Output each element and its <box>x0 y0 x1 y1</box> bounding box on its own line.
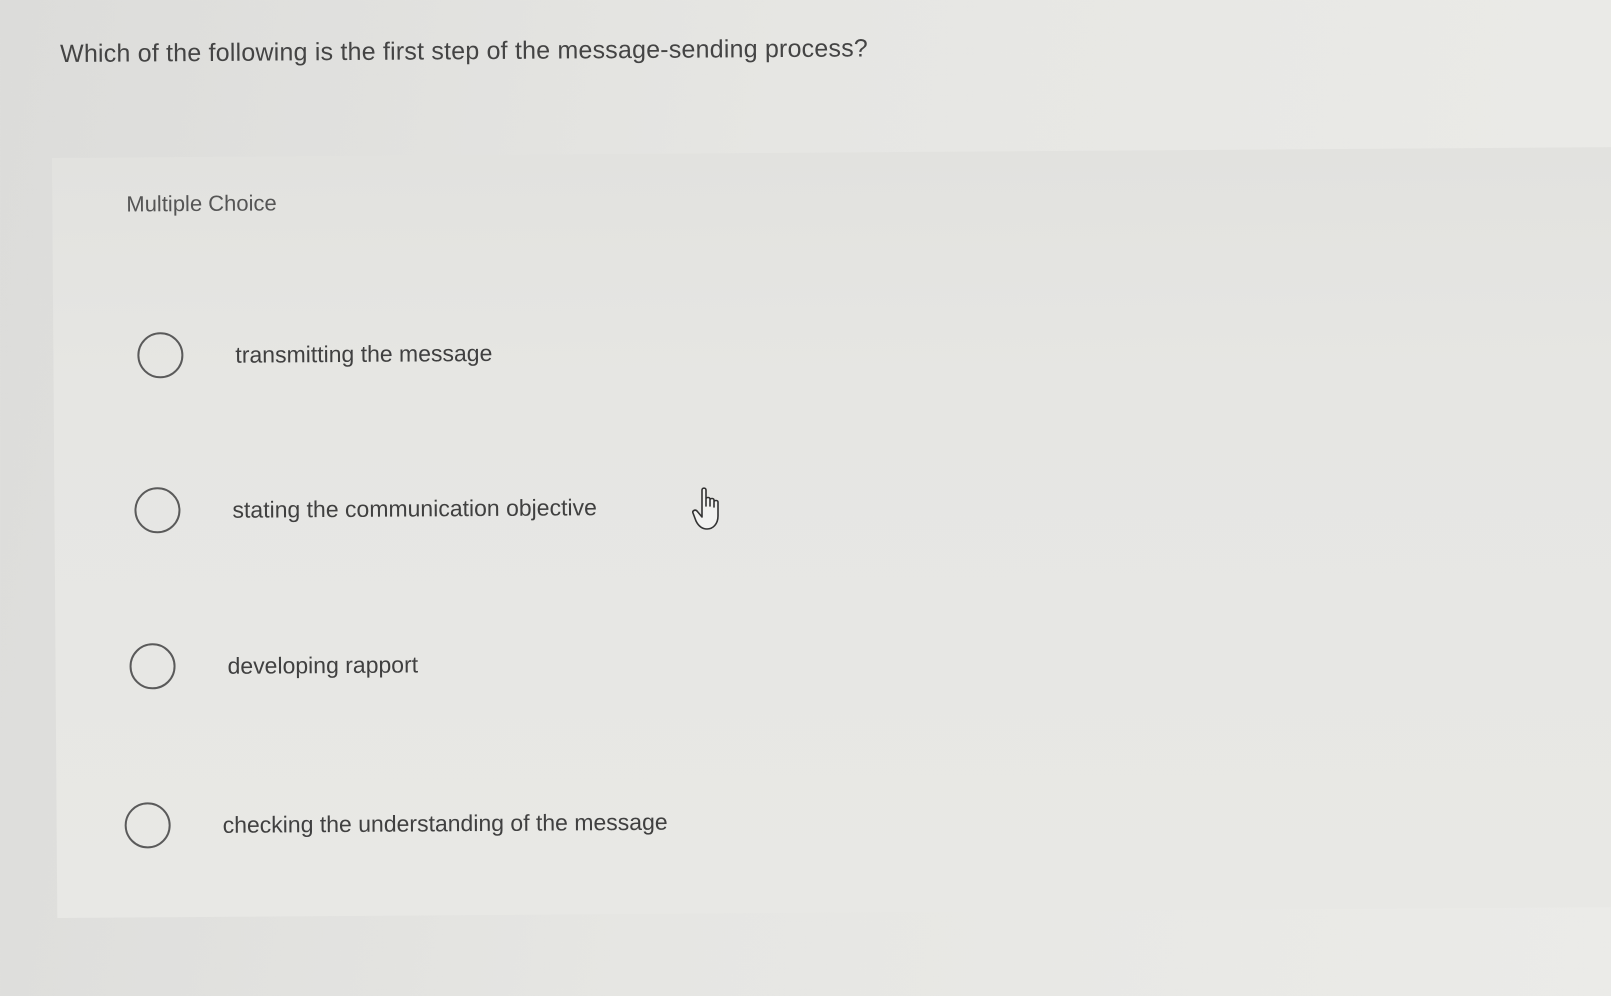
answer-option-label[interactable]: checking the understanding of the messag… <box>223 808 668 838</box>
radio-button[interactable] <box>137 332 184 379</box>
answer-option-2[interactable]: stating the communication objective <box>134 477 597 540</box>
answer-option-label[interactable]: transmitting the message <box>235 339 492 368</box>
answer-option-3[interactable]: developing rapport <box>129 634 418 696</box>
multiple-choice-card: Multiple Choice transmitting the message… <box>52 147 1611 918</box>
quiz-page: Which of the following is the first step… <box>0 0 1611 996</box>
answer-option-4[interactable]: checking the understanding of the messag… <box>124 792 668 856</box>
question-text: Which of the following is the first step… <box>60 34 869 68</box>
hand-pointer-icon <box>692 487 719 530</box>
radio-button[interactable] <box>129 643 176 690</box>
answer-option-label[interactable]: stating the communication objective <box>232 494 597 524</box>
answer-option-label[interactable]: developing rapport <box>227 651 418 679</box>
radio-button[interactable] <box>134 487 181 534</box>
question-type-label: Multiple Choice <box>126 190 277 217</box>
answer-option-1[interactable]: transmitting the message <box>137 323 492 385</box>
radio-button[interactable] <box>124 802 171 849</box>
